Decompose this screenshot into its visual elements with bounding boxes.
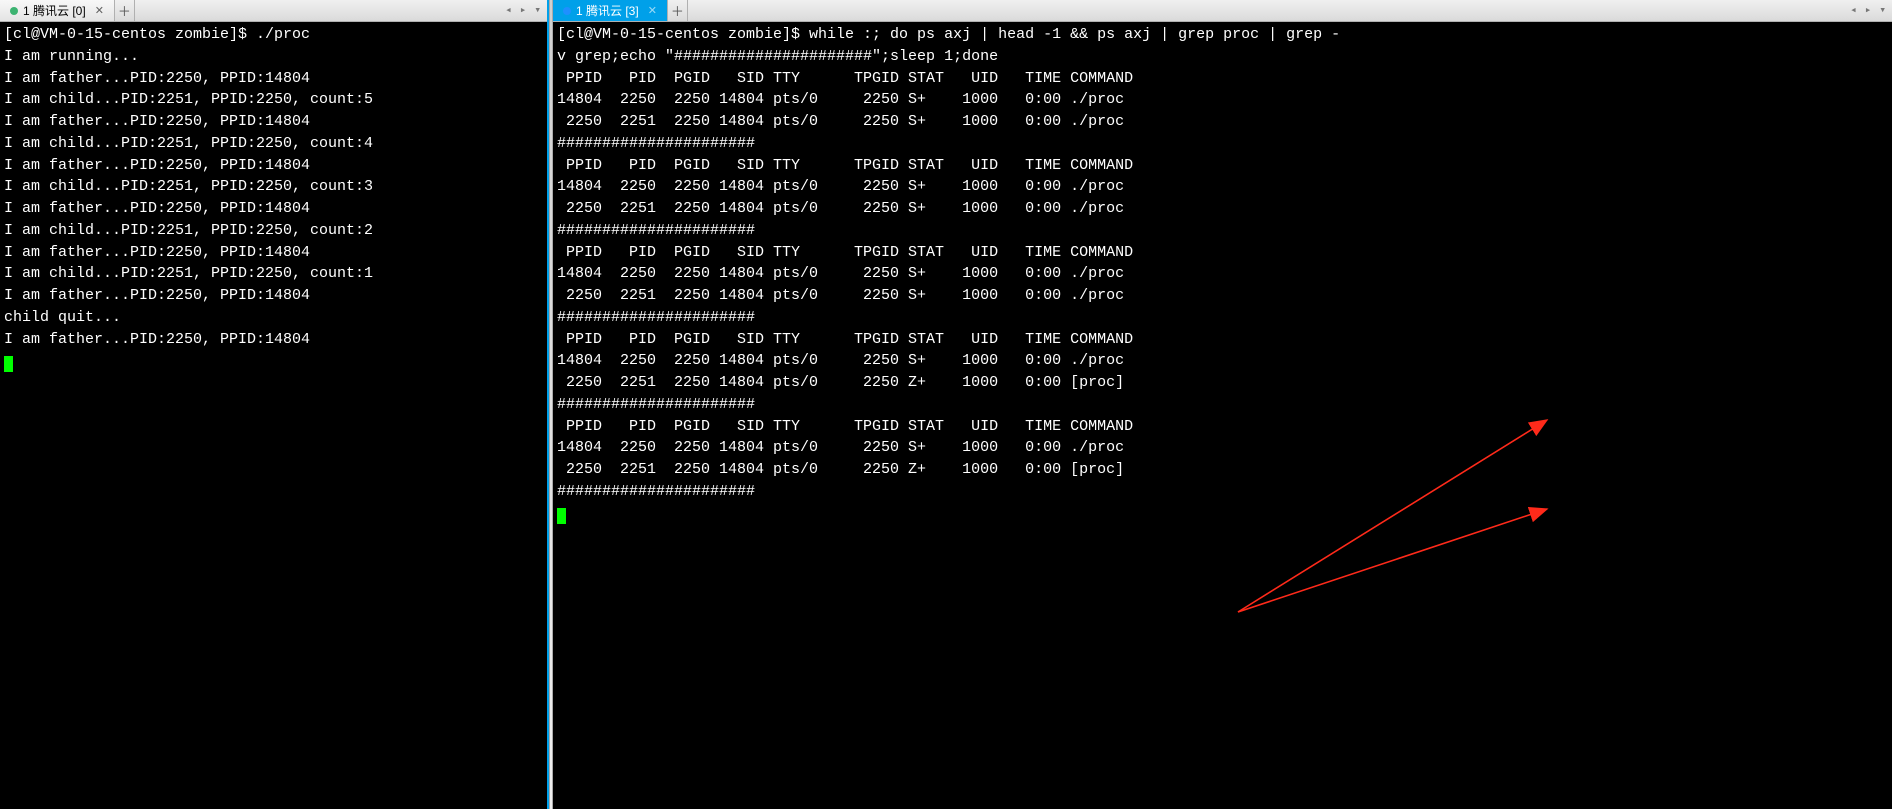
terminal-left[interactable]: [cl@VM-0-15-centos zombie]$ ./proc I am …: [0, 22, 547, 809]
tab-left-0[interactable]: 1 腾讯云 [0] ✕: [0, 0, 115, 21]
new-tab-button[interactable]: ＋: [115, 0, 135, 21]
annotation-arrows: [553, 22, 1892, 809]
tab-label: 1 腾讯云 [0]: [23, 2, 86, 19]
tabbar-right: 1 腾讯云 [3] ✕ ＋ ◂ ▸ ▾: [553, 0, 1892, 22]
tab-label: 1 腾讯云 [3]: [576, 2, 639, 19]
tab-nav: ◂ ▸ ▾: [501, 1, 545, 19]
close-icon[interactable]: ✕: [95, 4, 104, 17]
left-pane: 1 腾讯云 [0] ✕ ＋ ◂ ▸ ▾ [cl@VM-0-15-centos z…: [0, 0, 549, 809]
status-dot-icon: [563, 7, 571, 15]
terminal-right[interactable]: [cl@VM-0-15-centos zombie]$ while :; do …: [553, 22, 1892, 809]
tab-menu-icon[interactable]: ▾: [1875, 1, 1890, 19]
cursor: [557, 508, 566, 524]
tab-next-icon[interactable]: ▸: [1861, 1, 1876, 19]
right-pane: 1 腾讯云 [3] ✕ ＋ ◂ ▸ ▾ [cl@VM-0-15-centos z…: [553, 0, 1892, 809]
tab-nav: ◂ ▸ ▾: [1846, 1, 1890, 19]
close-icon[interactable]: ✕: [648, 4, 657, 17]
tab-next-icon[interactable]: ▸: [516, 1, 531, 19]
new-tab-button[interactable]: ＋: [668, 0, 688, 21]
tab-prev-icon[interactable]: ◂: [501, 1, 516, 19]
cursor: [4, 356, 13, 372]
status-dot-icon: [10, 7, 18, 15]
tab-menu-icon[interactable]: ▾: [530, 1, 545, 19]
tabbar-left: 1 腾讯云 [0] ✕ ＋ ◂ ▸ ▾: [0, 0, 547, 22]
tab-right-0[interactable]: 1 腾讯云 [3] ✕: [553, 0, 668, 21]
tab-prev-icon[interactable]: ◂: [1846, 1, 1861, 19]
